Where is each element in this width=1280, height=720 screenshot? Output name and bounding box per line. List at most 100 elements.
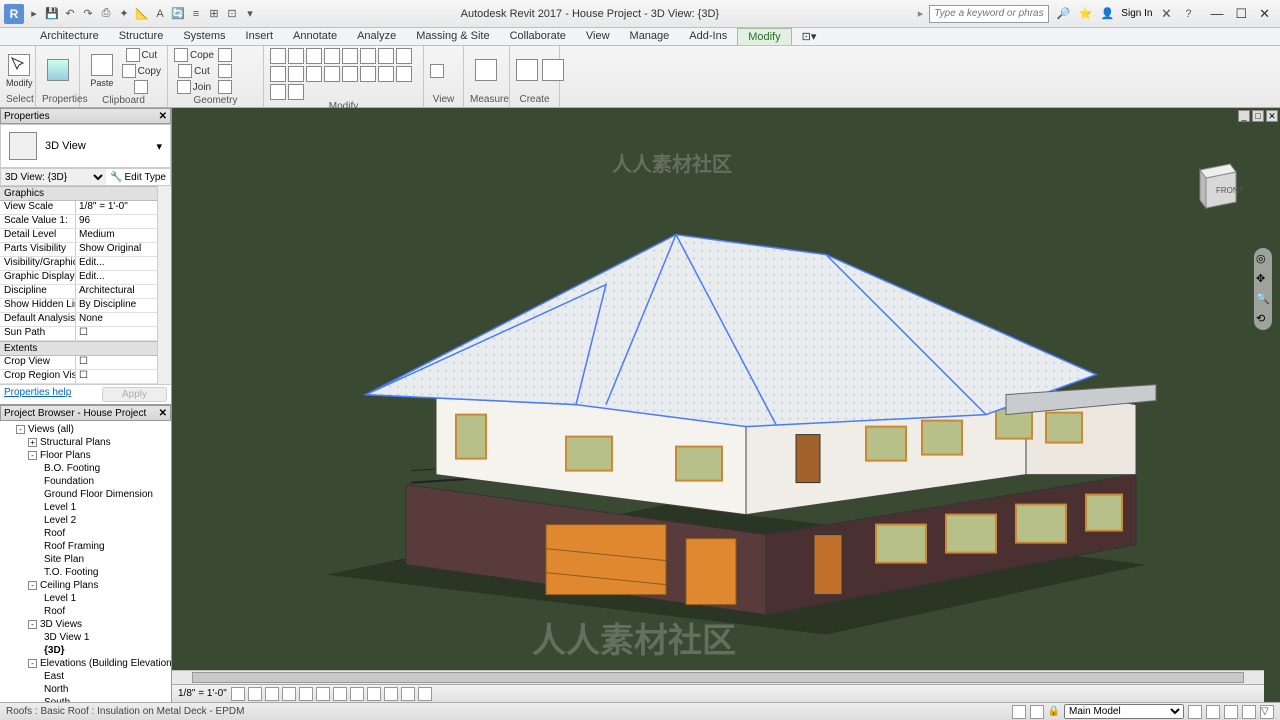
modify-tool[interactable] [288,66,304,82]
ribbon-state-icon[interactable]: ⊡▾ [792,28,827,45]
tab-structure[interactable]: Structure [109,28,174,45]
tree-node[interactable]: {3D} [2,644,169,657]
cut-button[interactable]: Cut [122,48,161,62]
viewcube[interactable]: FRONT [1186,158,1250,222]
tab-manage[interactable]: Manage [620,28,680,45]
status-btn[interactable] [1242,705,1256,719]
exchange-icon[interactable]: 🗙 [1158,6,1174,22]
type-selector[interactable]: 3D View ▾ [0,124,171,168]
main-model-selector[interactable]: Main Model [1064,704,1184,719]
tree-node[interactable]: Level 1 [2,501,169,514]
infocenter-icon[interactable]: 🔎 [1055,6,1071,22]
modify-tool[interactable] [378,66,394,82]
cope-button[interactable]: Cope [174,48,214,62]
property-row[interactable]: Visibility/Graphic...Edit... [0,257,171,271]
property-row[interactable]: Detail LevelMedium [0,229,171,243]
tree-node[interactable]: Site Plan [2,553,169,566]
tree-node[interactable]: Roof Framing [2,540,169,553]
modify-tool-button[interactable]: Modify [6,51,33,91]
worksets-icon[interactable] [367,687,381,701]
orbit-icon[interactable]: ⟲ [1256,312,1270,326]
qat-save-icon[interactable]: 💾 [44,6,60,22]
qat-dropdown-icon[interactable]: ▾ [242,6,258,22]
match-button[interactable] [122,80,161,94]
hide-icon[interactable] [316,687,330,701]
view-close-icon[interactable]: ✕ [1266,110,1278,122]
tree-node[interactable]: Level 2 [2,514,169,527]
app-logo[interactable]: R [4,4,24,24]
pan-icon[interactable]: ✥ [1256,272,1270,286]
tab-collaborate[interactable]: Collaborate [500,28,576,45]
close-browser-icon[interactable]: ✕ [159,408,167,419]
modify-tool[interactable] [306,48,322,64]
tree-node[interactable]: -Views (all) [2,423,169,436]
create-button2[interactable] [542,51,564,91]
tree-node[interactable]: 3D View 1 [2,631,169,644]
tree-node[interactable]: -Ceiling Plans [2,579,169,592]
tab-systems[interactable]: Systems [173,28,235,45]
signin-label[interactable]: Sign In [1121,8,1152,19]
qat-btn-icon[interactable]: A [152,6,168,22]
property-row[interactable]: Parts VisibilityShow Original [0,243,171,257]
qat-btn-icon[interactable]: ⊡ [224,6,240,22]
property-row[interactable]: Crop View☐ [0,356,171,370]
geom-btn[interactable] [218,80,232,94]
tree-node[interactable]: -Floor Plans [2,449,169,462]
modify-tool[interactable] [396,48,412,64]
project-tree[interactable]: -Views (all)+Structural Plans-Floor Plan… [0,421,171,702]
modify-tool[interactable] [306,66,322,82]
crop-icon[interactable] [299,687,313,701]
3d-viewport[interactable]: _ □ ✕ FRONT ◎ ✥ 🔍 ⟲ [172,108,1280,702]
filter-icon[interactable]: ▽ [1260,705,1274,719]
qat-btn-icon[interactable]: 📐 [134,6,150,22]
modify-tool[interactable] [288,48,304,64]
qat-btn-icon[interactable]: ⊞ [206,6,222,22]
tree-node[interactable]: B.O. Footing [2,462,169,475]
tree-node[interactable]: T.O. Footing [2,566,169,579]
tab-annotate[interactable]: Annotate [283,28,347,45]
style-icon[interactable] [248,687,262,701]
view-min-icon[interactable]: _ [1238,110,1250,122]
tab-analyze[interactable]: Analyze [347,28,406,45]
subscription-icon[interactable]: ⭐ [1077,6,1093,22]
view-btn[interactable] [430,64,444,78]
tab-massingsite[interactable]: Massing & Site [406,28,499,45]
search-input[interactable] [929,5,1049,23]
copy-button[interactable]: Copy [122,64,161,78]
tab-modify[interactable]: Modify [737,28,791,45]
property-row[interactable]: View Scale1/8" = 1'-0" [0,201,171,215]
signin-icon[interactable]: 👤 [1099,6,1115,22]
status-btn[interactable] [1030,705,1044,719]
tree-node[interactable]: Roof [2,527,169,540]
status-btn[interactable] [1206,705,1220,719]
analytics-icon[interactable] [384,687,398,701]
cut-geom-button[interactable]: Cut [174,64,214,78]
modify-tool[interactable] [396,66,412,82]
instance-selector[interactable]: 3D View: {3D} [1,169,106,185]
tree-node[interactable]: -Elevations (Building Elevation) [2,657,169,670]
tab-architecture[interactable]: Architecture [30,28,109,45]
status-btn[interactable] [1012,705,1026,719]
properties-help-link[interactable]: Properties help [4,387,71,402]
tab-insert[interactable]: Insert [236,28,284,45]
qat-undo-icon[interactable]: ↶ [62,6,78,22]
modify-tool[interactable] [324,48,340,64]
qat-btn-icon[interactable]: ≡ [188,6,204,22]
qat-open-icon[interactable]: ▸ [26,6,42,22]
shadows-icon[interactable] [282,687,296,701]
properties-button[interactable] [42,51,73,91]
property-row[interactable]: DisciplineArchitectural [0,285,171,299]
property-row[interactable]: Crop Region Visible☐ [0,370,171,384]
tree-node[interactable]: -3D Views [2,618,169,631]
temp-icon[interactable] [350,687,364,701]
tab-addins[interactable]: Add-Ins [679,28,737,45]
view-max-icon[interactable]: □ [1252,110,1264,122]
modify-tool[interactable] [270,66,286,82]
status-btn[interactable] [1188,705,1202,719]
qat-btn-icon[interactable]: ✦ [116,6,132,22]
zoom-icon[interactable]: 🔍 [1256,292,1270,306]
modify-tool[interactable] [342,66,358,82]
join-button[interactable]: Join [174,80,214,94]
modify-tool[interactable] [342,48,358,64]
tab-view[interactable]: View [576,28,620,45]
